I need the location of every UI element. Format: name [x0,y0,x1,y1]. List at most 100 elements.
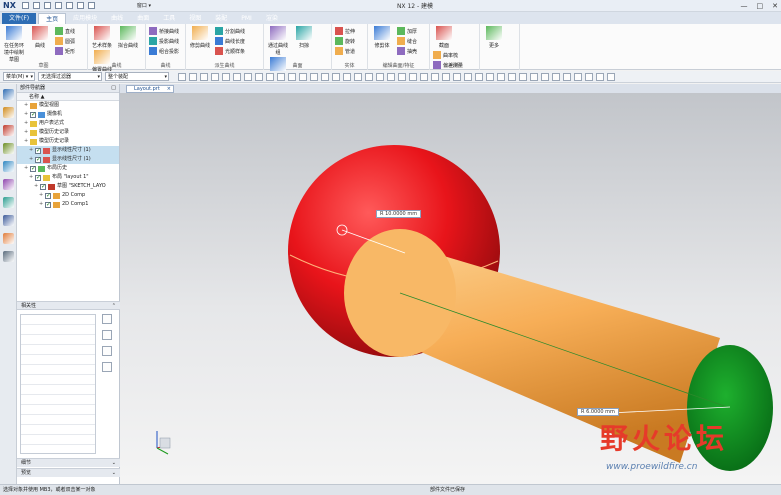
navigator-node[interactable]: +摄像机 [17,110,119,119]
ribbon-big-button[interactable]: 艺术样条 [91,26,113,49]
ribbon-small-button[interactable]: 矩形 [55,46,75,56]
snap-tool-icon[interactable] [574,72,582,81]
snap-tool-icon[interactable] [387,72,395,81]
undo-icon[interactable] [32,2,40,9]
visibility-checkbox[interactable] [45,200,51,209]
snap-tool-icon[interactable] [585,72,593,81]
dependencies-header[interactable]: 相关性 ⌃ [17,301,120,310]
ribbon-tab-0[interactable]: 文件(F) [2,13,37,24]
navigator-node[interactable]: +显示线性尺寸 (1) [17,146,119,155]
snap-tool-icon[interactable] [376,72,384,81]
snap-tool-icon[interactable] [200,72,208,81]
navigator-node[interactable]: +2D Comp1 [17,200,119,209]
window-menu[interactable]: 窗口 ▾ [137,2,151,9]
navigator-node[interactable]: +草图 "SKETCH_LAYO [17,182,119,191]
snap-tool-icon[interactable] [255,72,263,81]
snap-tool-icon[interactable] [552,72,560,81]
ribbon-tab-3[interactable]: 曲线 [104,13,130,24]
ribbon-small-button[interactable]: 曲率梳 [433,50,463,60]
save-icon[interactable] [21,2,29,9]
snap-tool-icon[interactable] [497,72,505,81]
snap-tool-icon[interactable] [332,72,340,81]
visibility-checkbox[interactable] [40,182,46,191]
chevron-up-icon[interactable]: ⌃ [112,302,116,310]
ribbon-small-button[interactable]: 管道 [335,46,355,56]
chevron-down-icon[interactable]: ⌄ [112,459,116,467]
snap-tool-icon[interactable] [310,72,318,81]
constraint-nav-icon[interactable] [3,125,14,136]
snap-tool-icon[interactable] [299,72,307,81]
visibility-checkbox[interactable] [45,191,51,200]
sphere-radius-dimension[interactable]: R 10.0000 mm [376,210,422,218]
snap-tool-icon[interactable] [409,72,417,81]
minimize-button[interactable]: — [741,2,748,10]
ribbon-small-button[interactable]: 直线 [55,26,75,36]
document-tab-layout[interactable]: Layout.prt × [126,85,174,93]
ribbon-tab-1[interactable]: 主页 [38,13,67,24]
snap-tool-icon[interactable] [431,72,439,81]
maximize-button[interactable]: □ [757,2,764,10]
ribbon-big-button[interactable]: 曲线 [29,26,51,63]
assembly-nav-icon[interactable] [3,107,14,118]
ribbon-small-button[interactable]: 加厚 [397,26,417,36]
ribbon-tab-8[interactable]: PMI [234,13,259,24]
maximize-panel-icon[interactable]: □ [111,84,116,93]
cylinder-radius-dimension[interactable]: R 6.0000 mm [577,408,619,416]
snap-tool-icon[interactable] [508,72,516,81]
snap-tool-icon[interactable] [211,72,219,81]
snap-tool-icon[interactable] [266,72,274,81]
ribbon-tab-2[interactable]: 应用模块 [66,13,104,24]
ribbon-tab-9[interactable]: 渲染 [259,13,285,24]
close-tab-icon[interactable]: × [167,86,171,93]
ribbon-tab-5[interactable]: 工具 [156,13,182,24]
name-column-header[interactable]: 名称 ▲ [17,93,119,101]
redo-icon[interactable] [43,2,51,9]
navigator-node[interactable]: + 模型历史记录 [17,128,119,137]
navigator-node[interactable]: +2D Comp [17,191,119,200]
snap-tool-icon[interactable] [519,72,527,81]
ribbon-small-button[interactable]: 分割曲线 [215,26,245,36]
snap-tool-icon[interactable] [530,72,538,81]
snap-tool-icon[interactable] [486,72,494,81]
part-nav-icon[interactable] [3,89,14,100]
snap-tool-icon[interactable] [464,72,472,81]
ribbon-tab-6[interactable]: 视图 [182,13,208,24]
snap-tool-icon[interactable] [244,72,252,81]
snap-tool-icon[interactable] [354,72,362,81]
ribbon-big-button[interactable]: 扫掠 [293,26,315,56]
snap-tool-icon[interactable] [563,72,571,81]
snap-tool-icon[interactable] [541,72,549,81]
visibility-checkbox[interactable] [30,110,36,119]
snap-tool-icon[interactable] [398,72,406,81]
navigator-node[interactable]: +布局历史 [17,164,119,173]
snap-tool-icon[interactable] [277,72,285,81]
roles-icon[interactable] [3,233,14,244]
snap-tool-icon[interactable] [365,72,373,81]
ribbon-big-button[interactable]: 截面 [433,26,455,49]
selection-scope-dropdown[interactable]: 整个装配 [105,72,169,81]
navigator-node[interactable]: + 用户表达式 [17,119,119,128]
swap-icon[interactable] [102,346,112,356]
copy-icon[interactable] [65,2,73,9]
process-studio-icon[interactable] [3,215,14,226]
ribbon-big-button[interactable]: 修剪曲线 [189,26,211,56]
type-filter-dropdown[interactable]: 无选择过滤器 [38,72,102,81]
ribbon-small-button[interactable]: 抽壳 [397,46,417,56]
history-icon[interactable] [3,197,14,208]
ribbon-tab-7[interactable]: 装配 [208,13,234,24]
ribbon-big-button[interactable]: 拟合曲线 [117,26,139,49]
hd3d-icon[interactable] [3,161,14,172]
fit-icon[interactable] [102,362,112,372]
ribbon-small-button[interactable]: 曲线长度 [215,36,245,46]
snap-tool-icon[interactable] [288,72,296,81]
details-header[interactable]: 细节 ⌄ [17,458,120,467]
ribbon-small-button[interactable]: 组合投影 [149,46,179,56]
snap-tool-icon[interactable] [596,72,604,81]
snap-tool-icon[interactable] [178,72,186,81]
ribbon-small-button[interactable]: 拉伸 [335,26,355,36]
visibility-checkbox[interactable] [35,146,41,155]
ribbon-small-button[interactable]: 桥接曲线 [149,26,179,36]
ribbon-tab-4[interactable]: 曲面 [130,13,156,24]
system-materials-icon[interactable] [3,251,14,262]
snap-tool-icon[interactable] [442,72,450,81]
